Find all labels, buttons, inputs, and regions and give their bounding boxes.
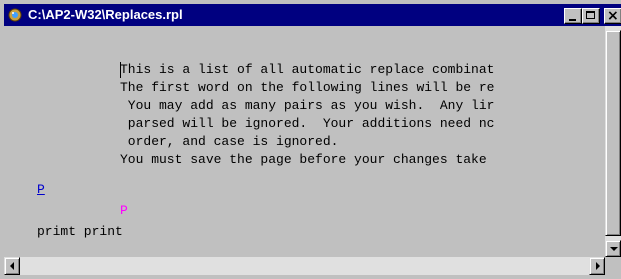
text-line-1: This is a list of all automatic replace … [120,62,495,77]
scrollbar-corner [605,257,621,275]
text-line-6: You must save the page before your chang… [120,152,487,167]
text-line-3: You may add as many pairs as you wish. A… [120,98,495,113]
arrow-left-icon [10,262,14,270]
scroll-right-button[interactable] [589,257,605,275]
vertical-scroll-thumb[interactable] [605,30,621,236]
maximize-button[interactable] [582,8,600,24]
text-line-4: parsed will be ignored. Your additions n… [120,116,495,131]
text-line-5: order, and case is ignored. [120,134,339,149]
close-button[interactable]: × [604,8,621,24]
close-icon: × [607,8,619,24]
replace-pair-line: primt print [37,224,123,239]
window-title: C:\AP2-W32\Replaces.rpl [28,7,183,22]
scroll-left-button[interactable] [4,257,20,275]
horizontal-scrollbar[interactable] [4,257,605,275]
text-editor-area[interactable]: This is a list of all automatic replace … [4,26,605,257]
scroll-down-button[interactable] [605,240,621,257]
arrow-down-icon [610,247,618,251]
vertical-scrollbar[interactable] [605,26,621,257]
minimize-icon [569,19,576,21]
app-icon[interactable] [8,8,22,22]
title-bar[interactable]: C:\AP2-W32\Replaces.rpl × [4,4,621,26]
p-link[interactable]: P [37,182,45,198]
arrow-right-icon [596,262,600,270]
p-marker: P [120,203,128,218]
text-line-2: The first word on the following lines wi… [120,80,495,95]
minimize-button[interactable] [564,8,582,24]
maximize-icon [586,11,595,19]
document-window: C:\AP2-W32\Replaces.rpl × This is a list… [0,0,621,279]
